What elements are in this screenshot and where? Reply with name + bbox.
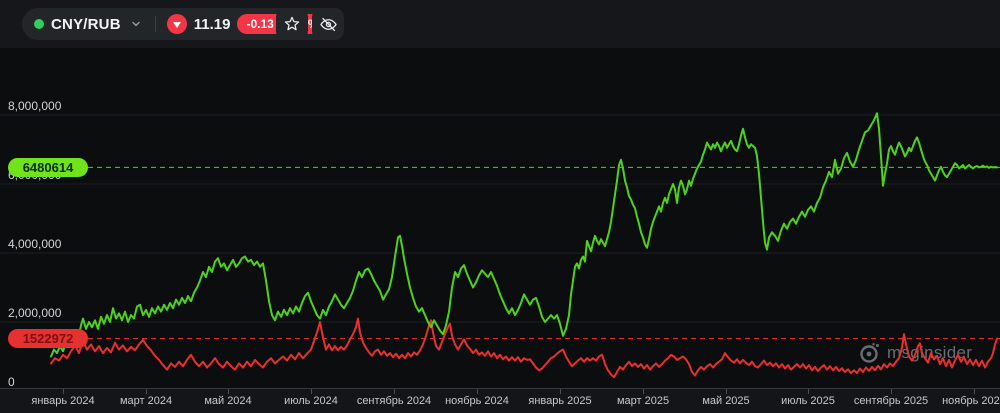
- x-axis: январь 2024 март 2024 май 2024 июль 2024 сен…: [0, 388, 1000, 413]
- hide-button[interactable]: [312, 8, 344, 40]
- series-green_line: [50, 112, 998, 358]
- x-axis-tick: [891, 389, 892, 394]
- x-axis-tick: [311, 389, 312, 394]
- x-axis-tick: [394, 389, 395, 394]
- x-axis-tick: [477, 389, 478, 394]
- x-axis-tick: [228, 389, 229, 394]
- x-axis-tick: [726, 389, 727, 394]
- price-down-icon: [166, 14, 187, 34]
- favorite-button[interactable]: [276, 8, 308, 40]
- eye-off-icon: [319, 17, 337, 31]
- star-icon: [284, 16, 300, 31]
- x-axis-tick: [146, 389, 147, 394]
- symbol-name: CNY/RUB: [51, 15, 121, 33]
- last-price: 11.19: [193, 15, 231, 33]
- chart-toolbar: CNY/RUB 11.19 -0.13 (-1.11%): [0, 0, 1000, 48]
- chart-canvas[interactable]: [0, 0, 1000, 413]
- x-axis-tick: [974, 389, 975, 394]
- symbol-status-dot: [34, 19, 44, 29]
- x-axis-tick: [808, 389, 809, 394]
- divider: [154, 16, 156, 32]
- trading-chart-app: msginsider 8,000,000 6,000,000 4,000,000 2,…: [0, 0, 1000, 413]
- x-axis-label: ноябрь 2025: [942, 395, 1000, 407]
- chevron-down-icon[interactable]: [130, 18, 142, 30]
- x-axis-tick: [560, 389, 561, 394]
- x-axis-tick: [643, 389, 644, 394]
- x-axis-tick: [63, 389, 64, 394]
- series-red_line: [50, 317, 998, 379]
